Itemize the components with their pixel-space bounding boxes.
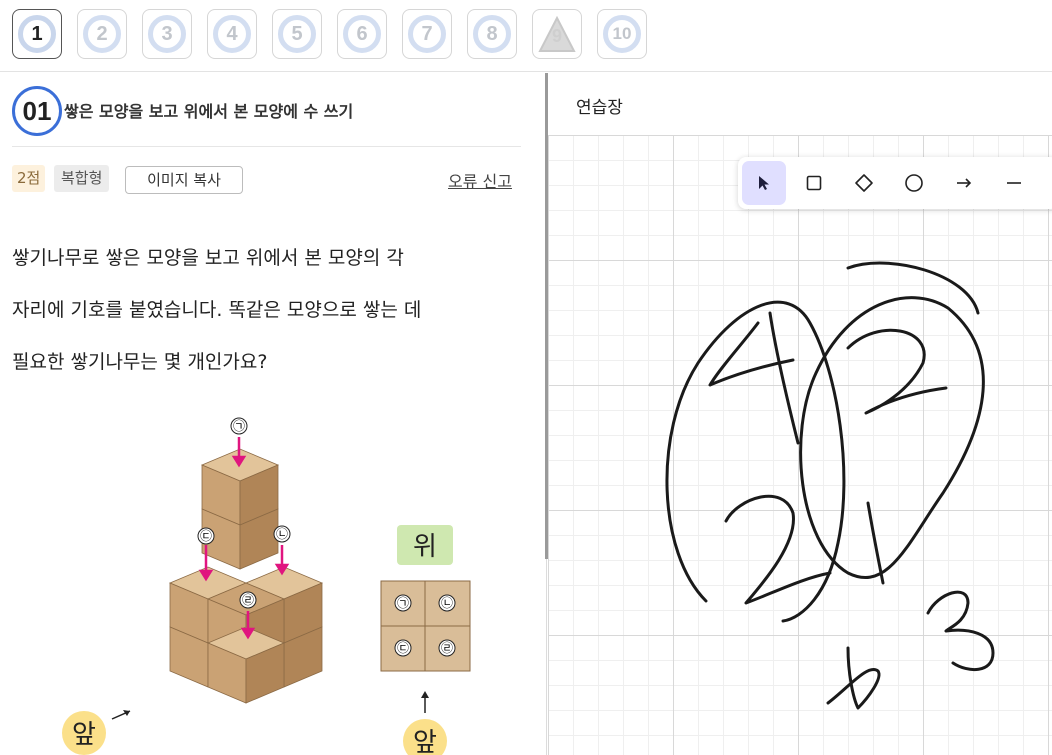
question-number: 1: [18, 15, 56, 53]
grid-cell-label: ㉢: [397, 641, 409, 655]
problem-number-badge: 01: [12, 86, 62, 136]
rectangle-tool[interactable]: [792, 161, 836, 205]
drawing-toolbar: [738, 157, 1052, 209]
problem-text: 쌓기나무로 쌓은 모양을 보고 위에서 본 모양의 각 자리에 기호를 붙였습니…: [12, 232, 512, 388]
question-number: 3: [148, 15, 186, 53]
question-button-10[interactable]: 10: [597, 9, 647, 59]
line-tool[interactable]: [992, 161, 1036, 205]
question-button-7[interactable]: 7: [402, 9, 452, 59]
grid-cell-label: ㉠: [397, 596, 409, 610]
cube-stack: [168, 448, 324, 704]
type-tag: 복합형: [54, 165, 110, 192]
problem-text-line: 자리에 기호를 붙였습니다. 똑같은 모양으로 쌓는 데: [12, 299, 422, 321]
question-number: 5: [278, 15, 316, 53]
report-error-link[interactable]: 오류 신고: [448, 168, 512, 192]
grid-cell-label: ㉣: [441, 641, 453, 655]
front-label: 앞: [413, 728, 437, 755]
problem-panel: 01 쌓은 모양을 보고 위에서 본 모양에 수 쓰기 2점 복합형 이미지 복…: [0, 73, 546, 755]
problem-text-line: 필요한 쌓기나무는 몇 개인가요?: [12, 351, 268, 373]
mark-label: ㉠: [233, 419, 245, 433]
question-button-6[interactable]: 6: [337, 9, 387, 59]
cursor-arrow-icon: [759, 176, 769, 190]
ellipse-tool[interactable]: [892, 161, 936, 205]
diamond-tool[interactable]: [842, 161, 886, 205]
rectangle-icon: [806, 175, 822, 191]
question-number: 8: [473, 15, 511, 53]
arrow-tool[interactable]: [942, 161, 986, 205]
question-number: 10: [603, 15, 641, 53]
question-button-5[interactable]: 5: [272, 9, 322, 59]
circle-icon: [905, 174, 923, 192]
question-button-2[interactable]: 2: [77, 9, 127, 59]
front-label: 앞: [72, 720, 96, 750]
question-nav: 1 2 3 4 5 6 7 8 9 10: [0, 0, 1052, 72]
question-button-8[interactable]: 8: [467, 9, 517, 59]
top-view-grid: ㉠ ㉡ ㉢ ㉣: [380, 580, 471, 672]
line-icon: [1007, 182, 1021, 184]
mark-label: ㉢: [200, 529, 212, 543]
divider: [12, 146, 521, 147]
question-button-4[interactable]: 4: [207, 9, 257, 59]
question-number: 7: [408, 15, 446, 53]
mark-label: ㉡: [276, 527, 288, 541]
cube-stack-figure: ㉠ ㉢ ㉡ ㉣ 앞 위 ㉠ ㉡ ㉢ ㉣ 앞: [62, 417, 471, 755]
top-view-label: 위: [413, 532, 437, 562]
question-number: 2: [83, 15, 121, 53]
question-button-9[interactable]: 9: [532, 9, 582, 59]
select-tool[interactable]: [742, 161, 786, 205]
diamond-icon: [855, 174, 873, 192]
question-button-1[interactable]: 1: [12, 9, 62, 59]
question-number: 9: [551, 26, 562, 46]
question-number: 4: [213, 15, 251, 53]
problem-title: 쌓은 모양을 보고 위에서 본 모양에 수 쓰기: [64, 102, 354, 121]
arrow-right-icon: [957, 178, 972, 188]
problem-text-line: 쌓기나무로 쌓은 모양을 보고 위에서 본 모양의 각: [12, 247, 404, 269]
scratchpad-panel: 연습장: [548, 73, 1052, 755]
mark-label: ㉣: [242, 593, 254, 607]
question-button-3[interactable]: 3: [142, 9, 192, 59]
grid-cell-label: ㉡: [441, 596, 453, 610]
copy-image-button[interactable]: 이미지 복사: [125, 166, 243, 194]
question-number: 6: [343, 15, 381, 53]
score-tag: 2점: [12, 165, 46, 192]
